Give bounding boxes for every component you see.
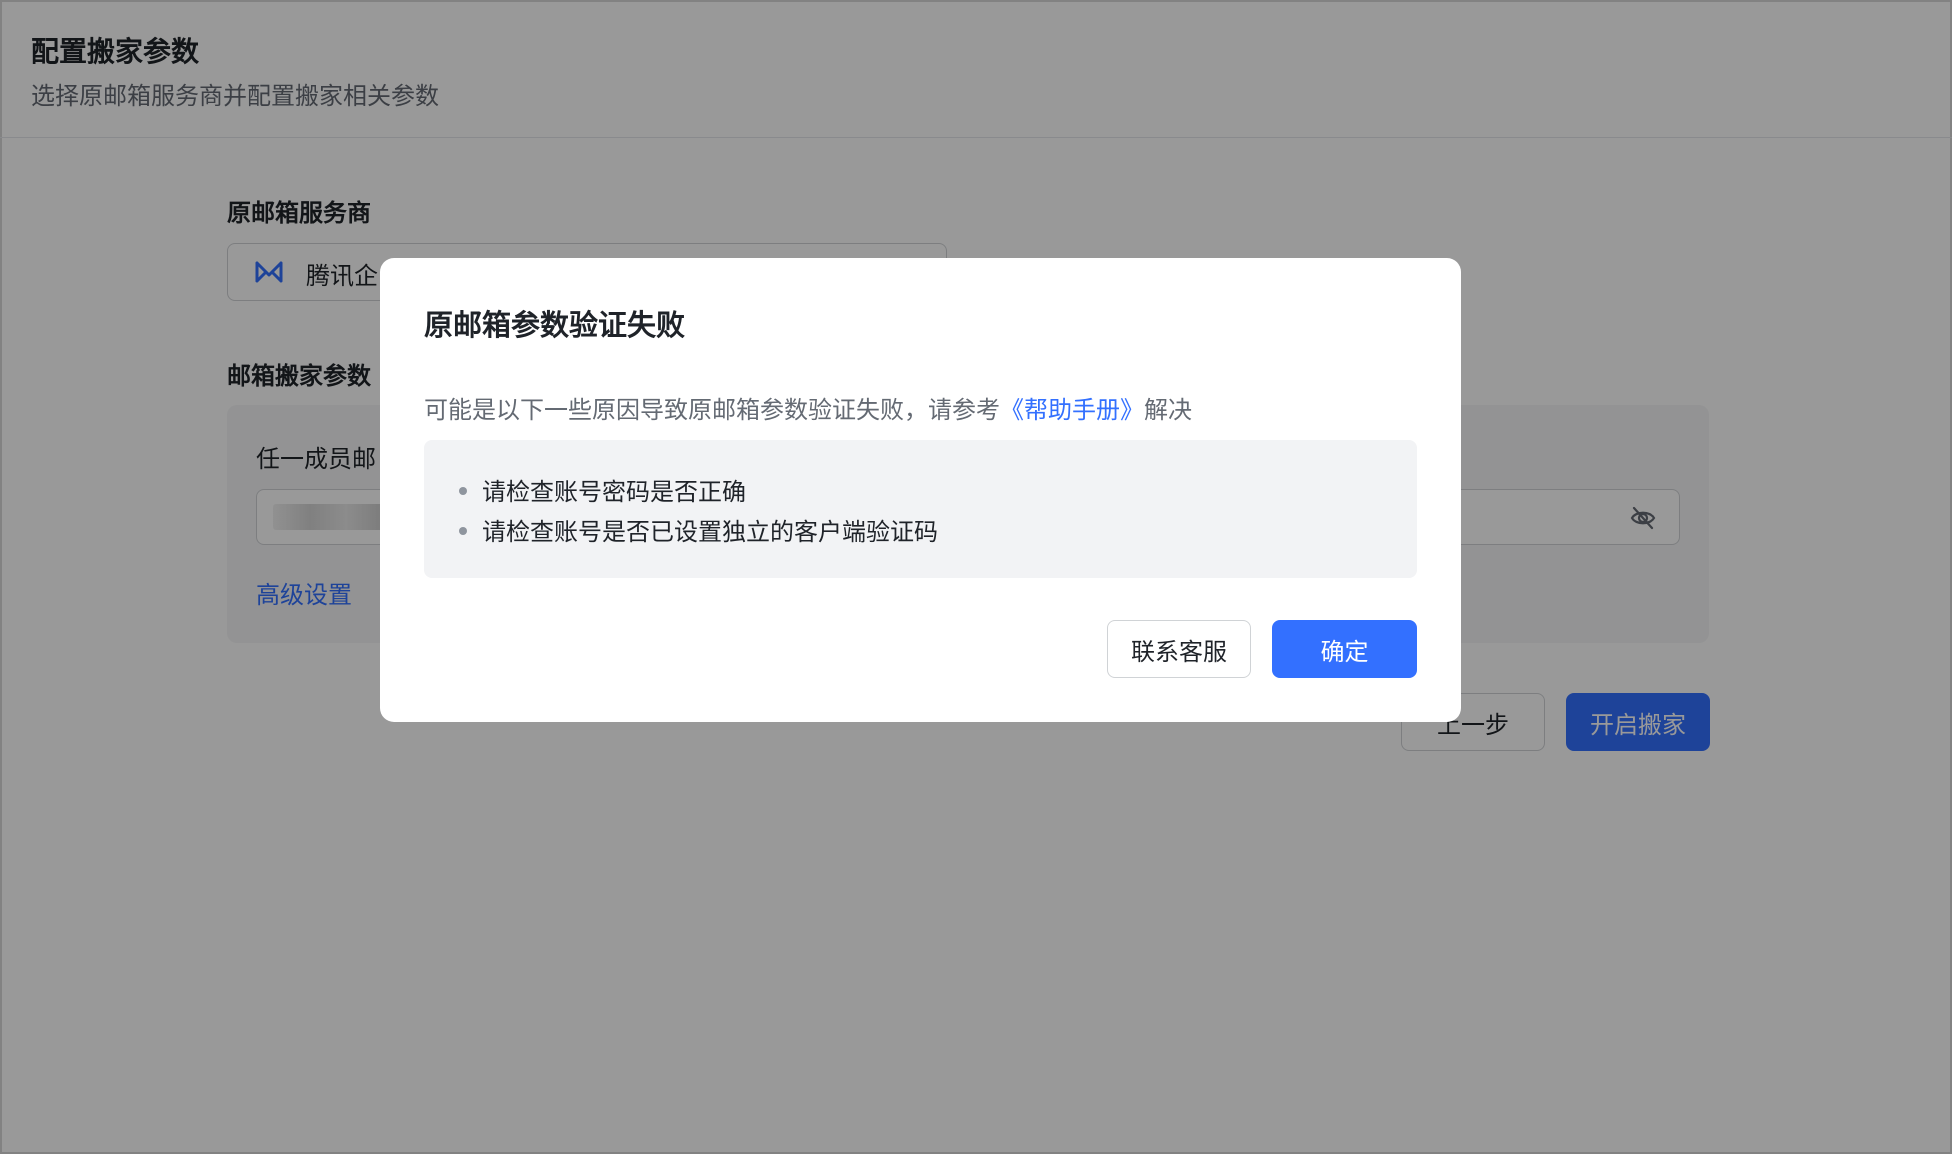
reason-item: 请检查账号是否已设置独立的客户端验证码 <box>482 518 938 546</box>
contact-support-button[interactable]: 联系客服 <box>1107 620 1251 678</box>
reason-item: 请检查账号密码是否正确 <box>482 478 746 506</box>
dialog-desc-prefix: 可能是以下一些原因导致原邮箱参数验证失败，请参考 <box>424 396 1000 424</box>
help-manual-link[interactable]: 《帮助手册》 <box>1000 396 1144 424</box>
confirm-button[interactable]: 确定 <box>1272 620 1417 678</box>
bullet-dot <box>459 487 467 495</box>
dialog-desc-suffix: 解决 <box>1144 396 1192 424</box>
dialog-description: 可能是以下一些原因导致原邮箱参数验证失败，请参考《帮助手册》解决 <box>424 390 1192 425</box>
bullet-dot <box>459 527 467 535</box>
reason-list: 请检查账号密码是否正确 请检查账号是否已设置独立的客户端验证码 <box>424 440 1417 578</box>
dialog-title: 原邮箱参数验证失败 <box>424 308 686 342</box>
error-dialog: 原邮箱参数验证失败 可能是以下一些原因导致原邮箱参数验证失败，请参考《帮助手册》… <box>380 258 1461 722</box>
